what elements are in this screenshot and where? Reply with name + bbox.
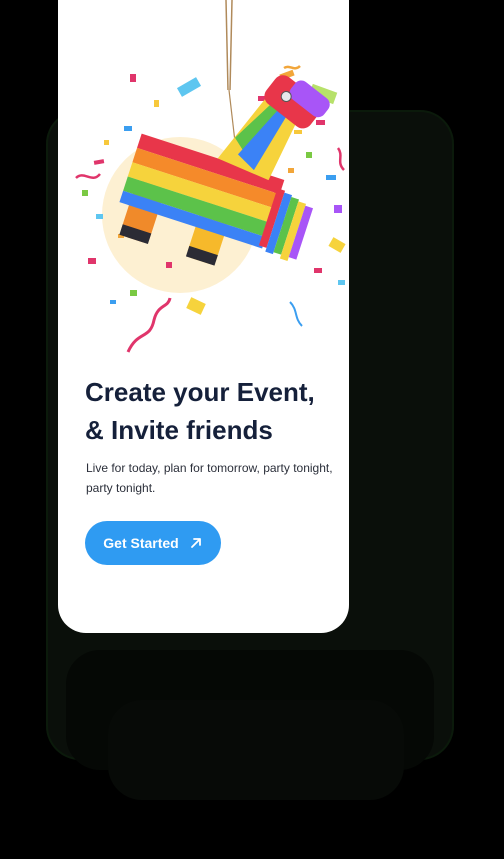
get-started-label: Get Started: [103, 535, 179, 551]
onboarding-card: Create your Event, & Invite friends Live…: [58, 0, 349, 633]
onboarding-description: Live for today, plan for tomorrow, party…: [86, 461, 333, 495]
page-title-line-1: Create your Event,: [85, 377, 315, 407]
pinata-illustration: [75, 0, 346, 353]
get-started-button[interactable]: Get Started: [85, 521, 221, 565]
page-title-line-2: & Invite friends: [85, 415, 273, 445]
arrow-up-right-icon: [190, 538, 201, 548]
background-card-shadow-bottom: [108, 700, 404, 800]
page-title: Create your Event, & Invite friends: [85, 373, 335, 449]
